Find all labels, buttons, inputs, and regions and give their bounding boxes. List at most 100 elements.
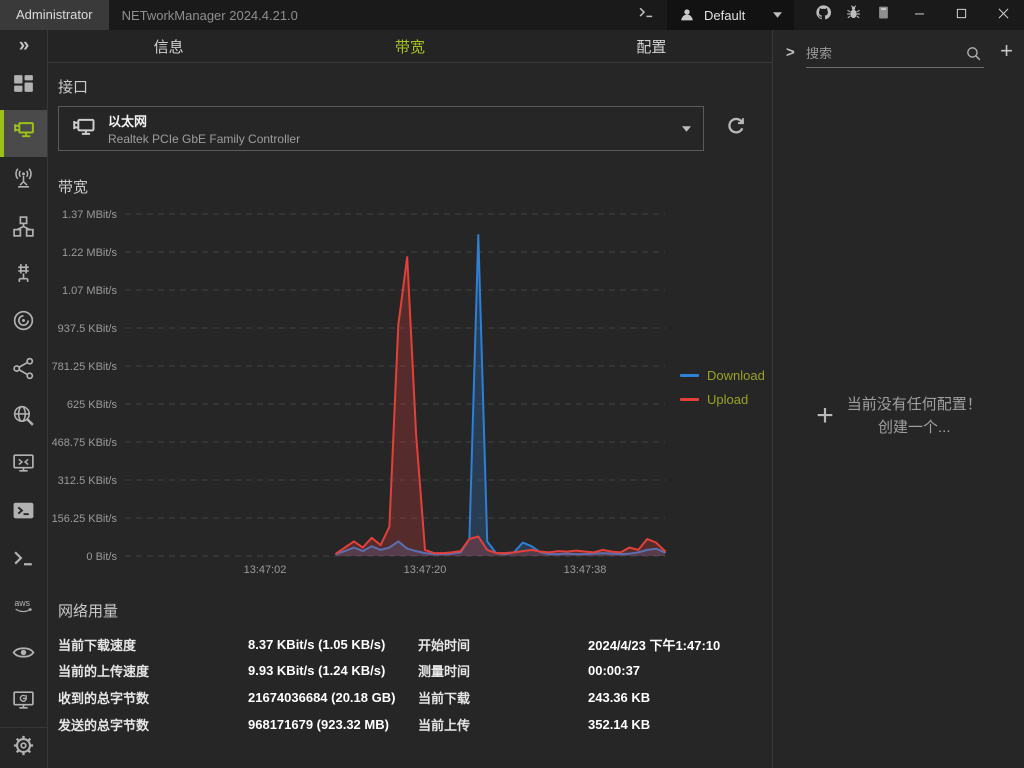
chevron-down-icon xyxy=(682,126,691,132)
svg-text:aws: aws xyxy=(14,598,30,608)
collapse-panel-button[interactable]: > xyxy=(786,44,795,61)
eye-icon xyxy=(11,640,36,670)
network-topology-icon xyxy=(11,214,36,244)
svg-text:468.75 KBit/s: 468.75 KBit/s xyxy=(52,437,118,449)
tab-configure[interactable]: 配置 xyxy=(531,30,772,62)
sidebar-expand-button[interactable]: » xyxy=(0,30,47,63)
sidebar-item-settings[interactable] xyxy=(0,727,47,768)
globe-search-icon xyxy=(11,403,36,433)
networkmanager-window: Administrator NETworkManager 2024.4.21.0… xyxy=(0,0,1024,768)
wifi-antenna-icon xyxy=(11,166,36,196)
page-tabs: 信息 带宽 配置 xyxy=(48,30,772,63)
interface-heading: 接口 xyxy=(58,76,88,97)
github-button[interactable] xyxy=(808,0,838,30)
usage-value: 21674036684 (20.18 GB) xyxy=(248,690,418,705)
gear-icon xyxy=(11,733,36,763)
legend-upload-label: Upload xyxy=(707,392,748,407)
bug-icon xyxy=(845,4,862,26)
bandwidth-chart: 1.37 MBit/s1.22 MBit/s1.07 MBit/s937.5 K… xyxy=(48,200,772,580)
minimize-button[interactable] xyxy=(898,0,940,30)
search-icon[interactable] xyxy=(965,45,982,62)
tool-sidebar: » xyxy=(0,30,48,768)
bandwidth-heading: 带宽 xyxy=(58,176,88,197)
sidebar-item-tigervnc[interactable] xyxy=(0,632,47,679)
svg-text:781.25 KBit/s: 781.25 KBit/s xyxy=(52,361,118,373)
search-input[interactable] xyxy=(806,40,946,66)
sidebar-item-traceroute[interactable] xyxy=(0,347,47,394)
usage-label: 测量时间 xyxy=(418,661,588,680)
usage-label: 当前下载速度 xyxy=(58,635,248,654)
sidebar-item-ip-scanner[interactable] xyxy=(0,205,47,252)
app-title: NETworkManager 2024.4.21.0 xyxy=(122,8,298,23)
sidebar-item-port-scanner[interactable] xyxy=(0,252,47,299)
terminal-icon xyxy=(638,4,655,26)
usage-value: 352.14 KB xyxy=(588,717,764,732)
sidebar-item-aws-session-manager[interactable]: aws xyxy=(0,584,47,631)
sidebar-item-network-interface[interactable] xyxy=(0,110,47,157)
share-nodes-icon xyxy=(11,356,36,386)
monitor-refresh-icon xyxy=(11,688,36,718)
legend-upload: Upload xyxy=(680,392,765,407)
profile-selector[interactable]: Default xyxy=(667,0,794,30)
close-icon xyxy=(998,6,1009,24)
profile-search xyxy=(806,40,984,68)
svg-text:13:47:38: 13:47:38 xyxy=(564,564,607,576)
titlebar: Administrator NETworkManager 2024.4.21.0… xyxy=(0,0,1024,30)
profiles-header: > + xyxy=(773,40,1024,72)
sidebar-item-wlan[interactable] xyxy=(0,157,47,204)
powershell-icon xyxy=(11,498,36,528)
bandwidth-chart-canvas: 1.37 MBit/s1.22 MBit/s1.07 MBit/s937.5 K… xyxy=(48,200,772,580)
document-icon xyxy=(876,4,891,26)
chevron-double-right-icon: » xyxy=(19,35,29,57)
usage-label: 收到的总字节数 xyxy=(58,688,248,707)
usage-label: 当前下载 xyxy=(418,688,588,707)
svg-text:625 KBit/s: 625 KBit/s xyxy=(67,399,118,411)
usage-label: 开始时间 xyxy=(418,635,588,654)
usage-value: 968171679 (923.32 MB) xyxy=(248,717,418,732)
sidebar-item-web-console[interactable] xyxy=(0,679,47,726)
download-line-swatch xyxy=(680,374,699,377)
sidebar-item-ping-monitor[interactable] xyxy=(0,300,47,347)
profiles-empty-state[interactable]: + 当前没有任何配置！ 创建一个... xyxy=(773,393,1024,439)
chevron-down-icon xyxy=(773,12,782,18)
sidebar-item-dns-lookup[interactable] xyxy=(0,395,47,442)
svg-text:156.25 KBit/s: 156.25 KBit/s xyxy=(52,513,118,525)
refresh-adapters-button[interactable] xyxy=(714,106,758,151)
svg-text:13:47:02: 13:47:02 xyxy=(244,564,287,576)
adapter-dropdown[interactable]: 以太网 Realtek PCIe GbE Family Controller xyxy=(58,106,704,151)
terminal-prompt-icon xyxy=(11,546,36,576)
usage-label: 发送的总字节数 xyxy=(58,715,248,734)
plus-icon: + xyxy=(816,401,834,431)
legend-download-label: Download xyxy=(707,368,765,383)
report-bug-button[interactable] xyxy=(838,0,868,30)
radar-icon xyxy=(11,308,36,338)
tab-bandwidth[interactable]: 带宽 xyxy=(289,30,530,62)
close-button[interactable] xyxy=(982,0,1024,30)
ethernet-adapter-icon xyxy=(69,114,99,144)
sidebar-item-dashboard[interactable] xyxy=(0,63,47,110)
profiles-panel: > + + 当前没有任何配置！ 创建一个... xyxy=(772,30,1024,768)
usage-label: 当前的上传速度 xyxy=(58,661,248,680)
legend-download: Download xyxy=(680,368,765,383)
upload-line-swatch xyxy=(680,398,699,401)
svg-text:1.37 MBit/s: 1.37 MBit/s xyxy=(62,209,118,221)
usage-value: 00:00:37 xyxy=(588,663,764,678)
sidebar-item-putty[interactable] xyxy=(0,537,47,584)
sidebar-item-powershell[interactable] xyxy=(0,489,47,536)
usage-value: 8.37 KBit/s (1.05 KB/s) xyxy=(248,637,418,652)
administrator-badge[interactable]: Administrator xyxy=(0,0,109,30)
refresh-icon xyxy=(724,114,748,143)
adapter-name: 以太网 xyxy=(108,111,300,130)
chart-legend: Download Upload xyxy=(680,368,765,407)
documentation-button[interactable] xyxy=(868,0,898,30)
add-profile-button[interactable]: + xyxy=(1000,38,1013,64)
run-command-button[interactable] xyxy=(631,0,661,30)
maximize-button[interactable] xyxy=(940,0,982,30)
sidebar-item-remote-desktop[interactable] xyxy=(0,442,47,489)
svg-text:312.5 KBit/s: 312.5 KBit/s xyxy=(58,475,118,487)
bandwidth-page: 信息 带宽 配置 接口 以太网 Realtek PCIe GbE Family … xyxy=(48,30,772,768)
tab-information[interactable]: 信息 xyxy=(48,30,289,62)
svg-text:0 Bit/s: 0 Bit/s xyxy=(86,551,117,563)
ethernet-adapter-icon xyxy=(11,119,36,149)
remote-desktop-icon xyxy=(11,451,36,481)
